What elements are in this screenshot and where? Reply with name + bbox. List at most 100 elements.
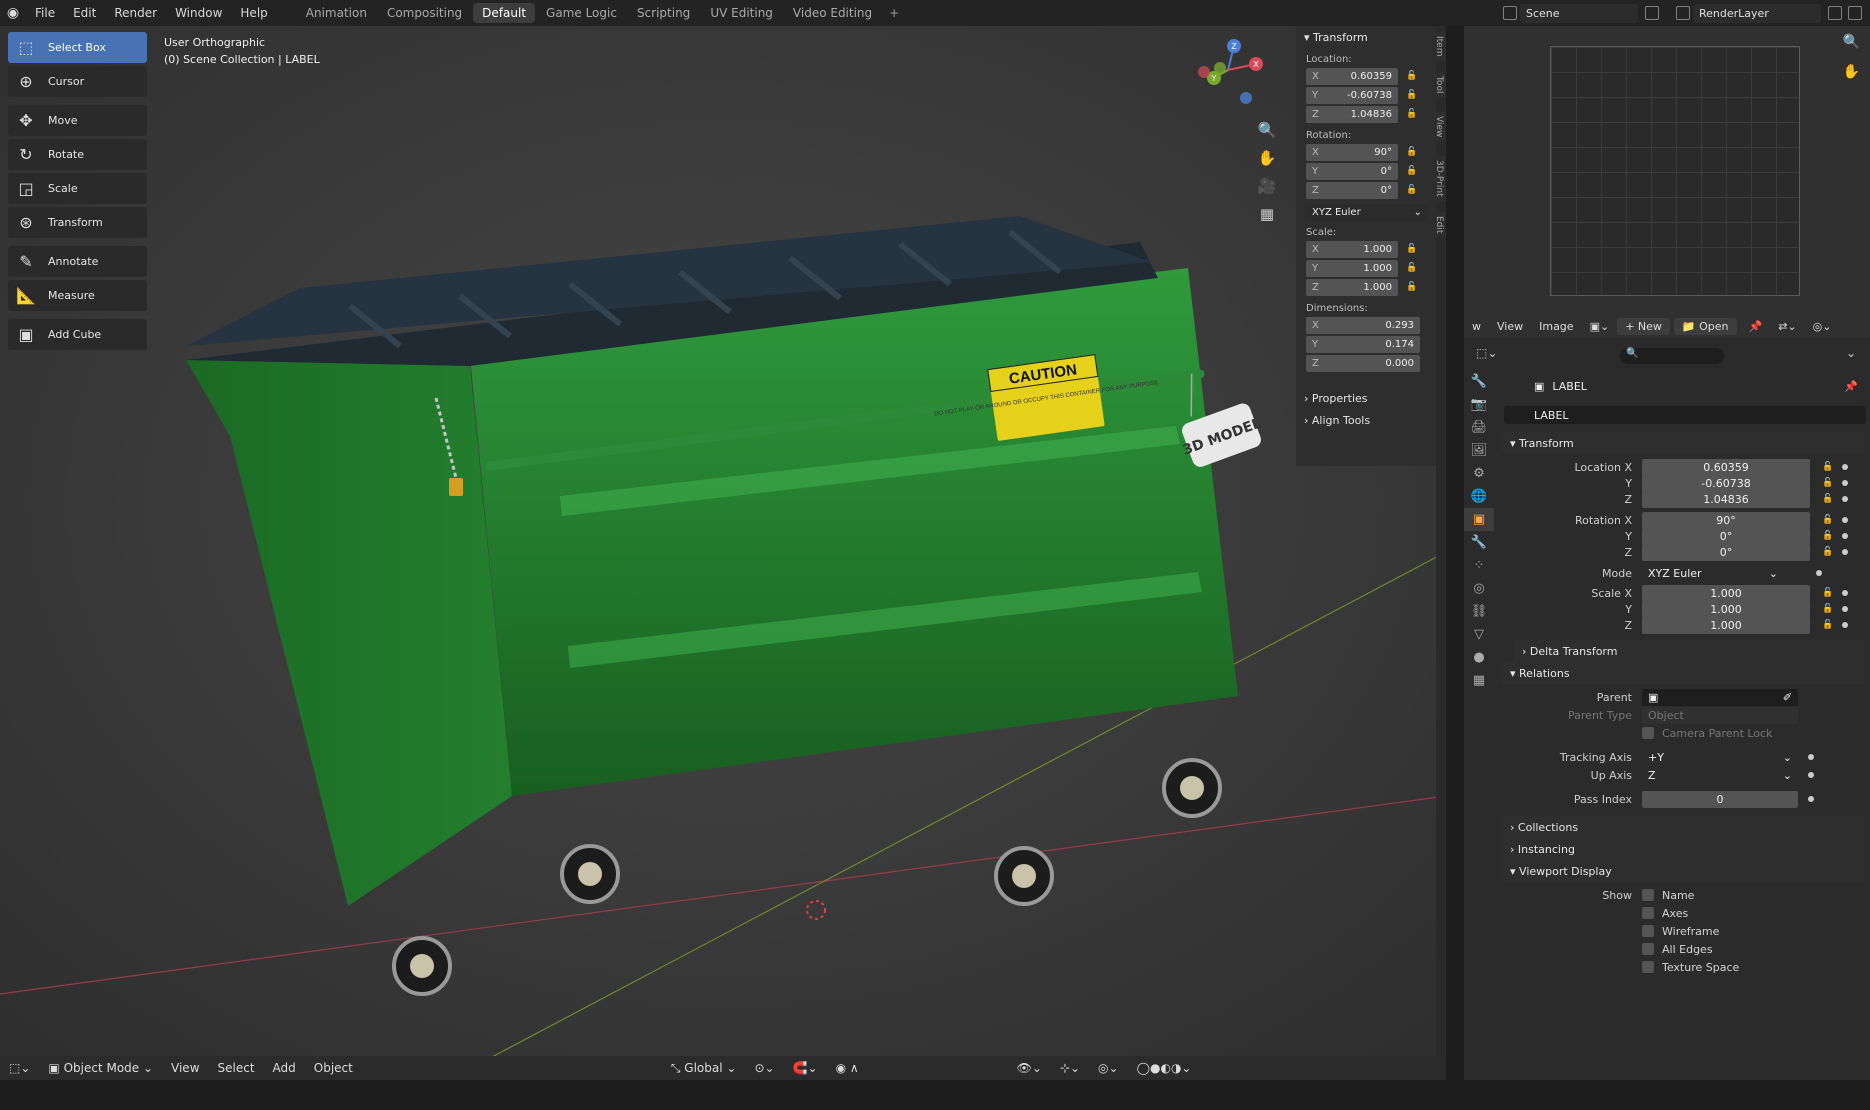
overlay-toggle-icon[interactable]: ◎⌄ <box>1089 1061 1128 1075</box>
tab-3d-print[interactable]: 3D-Print <box>1428 156 1446 201</box>
lock-icon[interactable]: 🔓 <box>1822 462 1838 472</box>
n-scale-x[interactable]: X 1.000 <box>1306 241 1398 258</box>
n-location-x[interactable]: X 0.60359 <box>1306 68 1398 85</box>
section-transform[interactable]: ▾ Transform <box>1502 432 1864 454</box>
image-menu-view[interactable]: View <box>1489 320 1531 333</box>
show-axes-checkbox[interactable] <box>1642 907 1654 919</box>
new-view-layer-icon[interactable] <box>1828 6 1842 20</box>
tool-add-cube[interactable]: ▣ Add Cube <box>8 319 147 350</box>
navigation-gizmo[interactable]: Z X Y <box>1198 34 1278 114</box>
lock-icon[interactable]: 🔓 <box>1406 282 1420 294</box>
pan-hand-icon[interactable]: ✋ <box>1253 144 1281 172</box>
n-dimensions-x[interactable]: X 0.293 <box>1306 317 1420 334</box>
n-rotation-mode-dropdown[interactable]: XYZ Euler ⌄ <box>1306 204 1428 221</box>
lock-icon[interactable]: 🔓 <box>1822 531 1838 541</box>
shading-mode-icons[interactable]: ◯●◐◑⌄ <box>1128 1061 1201 1075</box>
tool-move[interactable]: ✥ Move <box>8 105 147 136</box>
section-viewport-display[interactable]: ▾ Viewport Display <box>1502 860 1864 882</box>
workspace-tab-uv-editing[interactable]: UV Editing <box>701 3 782 23</box>
lock-icon[interactable]: 🔓 <box>1406 109 1420 121</box>
object-mode-dropdown[interactable]: ▣ Object Mode ⌄ <box>39 1061 162 1075</box>
tracking-axis-dropdown[interactable]: +Y ⌄ <box>1642 748 1798 766</box>
keyframe-dot[interactable] <box>1808 772 1814 778</box>
proportional-edit-icon[interactable]: ◉ ∧ <box>827 1061 868 1075</box>
lock-icon[interactable]: 🔓 <box>1406 90 1420 102</box>
data-tab-icon[interactable]: ▽ <box>1464 623 1494 646</box>
keyframe-dot[interactable] <box>1842 549 1848 555</box>
location-y-field[interactable]: -0.60738 <box>1642 474 1810 492</box>
texture-space-checkbox[interactable] <box>1642 961 1654 973</box>
lock-icon[interactable]: 🔓 <box>1822 547 1838 557</box>
material-tab-icon[interactable]: ● <box>1464 646 1494 669</box>
tool-select-box[interactable]: ⬚ Select Box <box>8 32 147 63</box>
tab-item[interactable]: Item <box>1428 32 1446 61</box>
keyframe-dot[interactable] <box>1808 796 1814 802</box>
editor-type-icon[interactable]: ⬚⌄ <box>0 1061 39 1075</box>
pivot-icon[interactable]: ⊙⌄ <box>745 1061 783 1075</box>
tab-tool[interactable]: Tool <box>1428 72 1446 98</box>
output-tab-icon[interactable]: 🖨 <box>1464 416 1494 439</box>
menu-window[interactable]: Window <box>166 6 231 20</box>
constraints-tab-icon[interactable]: ⛓ <box>1464 600 1494 623</box>
scene-selector[interactable]: Scene <box>1520 3 1638 23</box>
workspace-tab-animation[interactable]: Animation <box>297 3 376 23</box>
rotation-z-field[interactable]: 0° <box>1642 543 1810 561</box>
lock-icon[interactable]: 🔓 <box>1822 620 1838 630</box>
keyframe-dot[interactable] <box>1842 517 1848 523</box>
tool-scale[interactable]: ◲ Scale <box>8 173 147 204</box>
menu-render[interactable]: Render <box>105 6 166 20</box>
up-axis-dropdown[interactable]: Z ⌄ <box>1642 766 1798 784</box>
n-scale-z[interactable]: Z 1.000 <box>1306 279 1398 296</box>
keyframe-dot[interactable] <box>1842 622 1848 628</box>
new-scene-icon[interactable] <box>1645 6 1659 20</box>
add-workspace-icon[interactable]: + <box>881 6 907 20</box>
visibility-icon[interactable]: 👁⌄ <box>1008 1061 1051 1075</box>
section-collections[interactable]: › Collections <box>1502 816 1864 838</box>
object-tab-icon[interactable]: ▣ <box>1464 508 1494 531</box>
keyframe-dot[interactable] <box>1816 570 1822 576</box>
n-scale-y[interactable]: Y 1.000 <box>1306 260 1398 277</box>
keyframe-dot[interactable] <box>1842 590 1848 596</box>
modifier-tab-icon[interactable]: 🔧 <box>1464 531 1494 554</box>
lock-icon[interactable]: 🔓 <box>1822 588 1838 598</box>
parent-field[interactable]: ▣ ✐ <box>1642 688 1798 706</box>
view-layer-selector[interactable]: RenderLayer <box>1693 3 1821 23</box>
workspace-tab-default[interactable]: Default <box>473 3 536 23</box>
lock-icon[interactable]: 🔓 <box>1822 604 1838 614</box>
n-dimensions-y[interactable]: Y 0.174 <box>1306 336 1420 353</box>
menu-view[interactable]: View <box>162 1061 208 1075</box>
view-layer-tab-icon[interactable]: 🖼 <box>1464 439 1494 462</box>
texture-tab-icon[interactable]: ▦ <box>1464 669 1494 692</box>
properties-search-input[interactable]: 🔍 <box>1620 348 1724 364</box>
tab-edit[interactable]: Edit <box>1428 212 1446 238</box>
tool-tab-icon[interactable]: 🔧 <box>1464 370 1494 393</box>
tool-cursor[interactable]: ⊕ Cursor <box>8 66 147 97</box>
rotation-x-field[interactable]: 90° <box>1642 511 1810 529</box>
n-panel-align-tools-header[interactable]: › Align Tools <box>1296 409 1436 431</box>
camera-parent-lock-checkbox[interactable] <box>1642 727 1654 739</box>
show-name-checkbox[interactable] <box>1642 889 1654 901</box>
transform-orientation-dropdown[interactable]: ⤡ Global ⌄ <box>662 1061 746 1076</box>
menu-help[interactable]: Help <box>231 6 276 20</box>
menu-edit[interactable]: Edit <box>64 6 105 20</box>
scene-icon[interactable] <box>1503 6 1517 20</box>
keyframe-dot[interactable] <box>1842 533 1848 539</box>
menu-add[interactable]: Add <box>264 1061 305 1075</box>
grid-icon[interactable]: ▦ <box>1253 200 1281 228</box>
rotation-y-field[interactable]: 0° <box>1642 527 1810 545</box>
menu-object[interactable]: Object <box>305 1061 362 1075</box>
tool-transform[interactable]: ⊛ Transform <box>8 207 147 238</box>
show-wireframe-checkbox[interactable] <box>1642 925 1654 937</box>
tab-view[interactable]: View <box>1428 112 1446 142</box>
n-location-z[interactable]: Z 1.04836 <box>1306 106 1398 123</box>
keyframe-dot[interactable] <box>1842 606 1848 612</box>
n-dimensions-z[interactable]: Z 0.000 <box>1306 355 1420 372</box>
pan-hand-icon[interactable]: ✋ <box>1843 64 1860 80</box>
keyframe-dot[interactable] <box>1842 496 1848 502</box>
snap-icon[interactable]: 🧲⌄ <box>784 1061 827 1075</box>
lock-icon[interactable]: 🔓 <box>1406 244 1420 256</box>
overlay-icon[interactable]: ◎⌄ <box>1805 320 1840 333</box>
particles-tab-icon[interactable]: ⁘ <box>1464 554 1494 577</box>
pin-icon[interactable]: 📌 <box>1741 320 1771 333</box>
lock-icon[interactable]: 🔓 <box>1406 185 1420 197</box>
